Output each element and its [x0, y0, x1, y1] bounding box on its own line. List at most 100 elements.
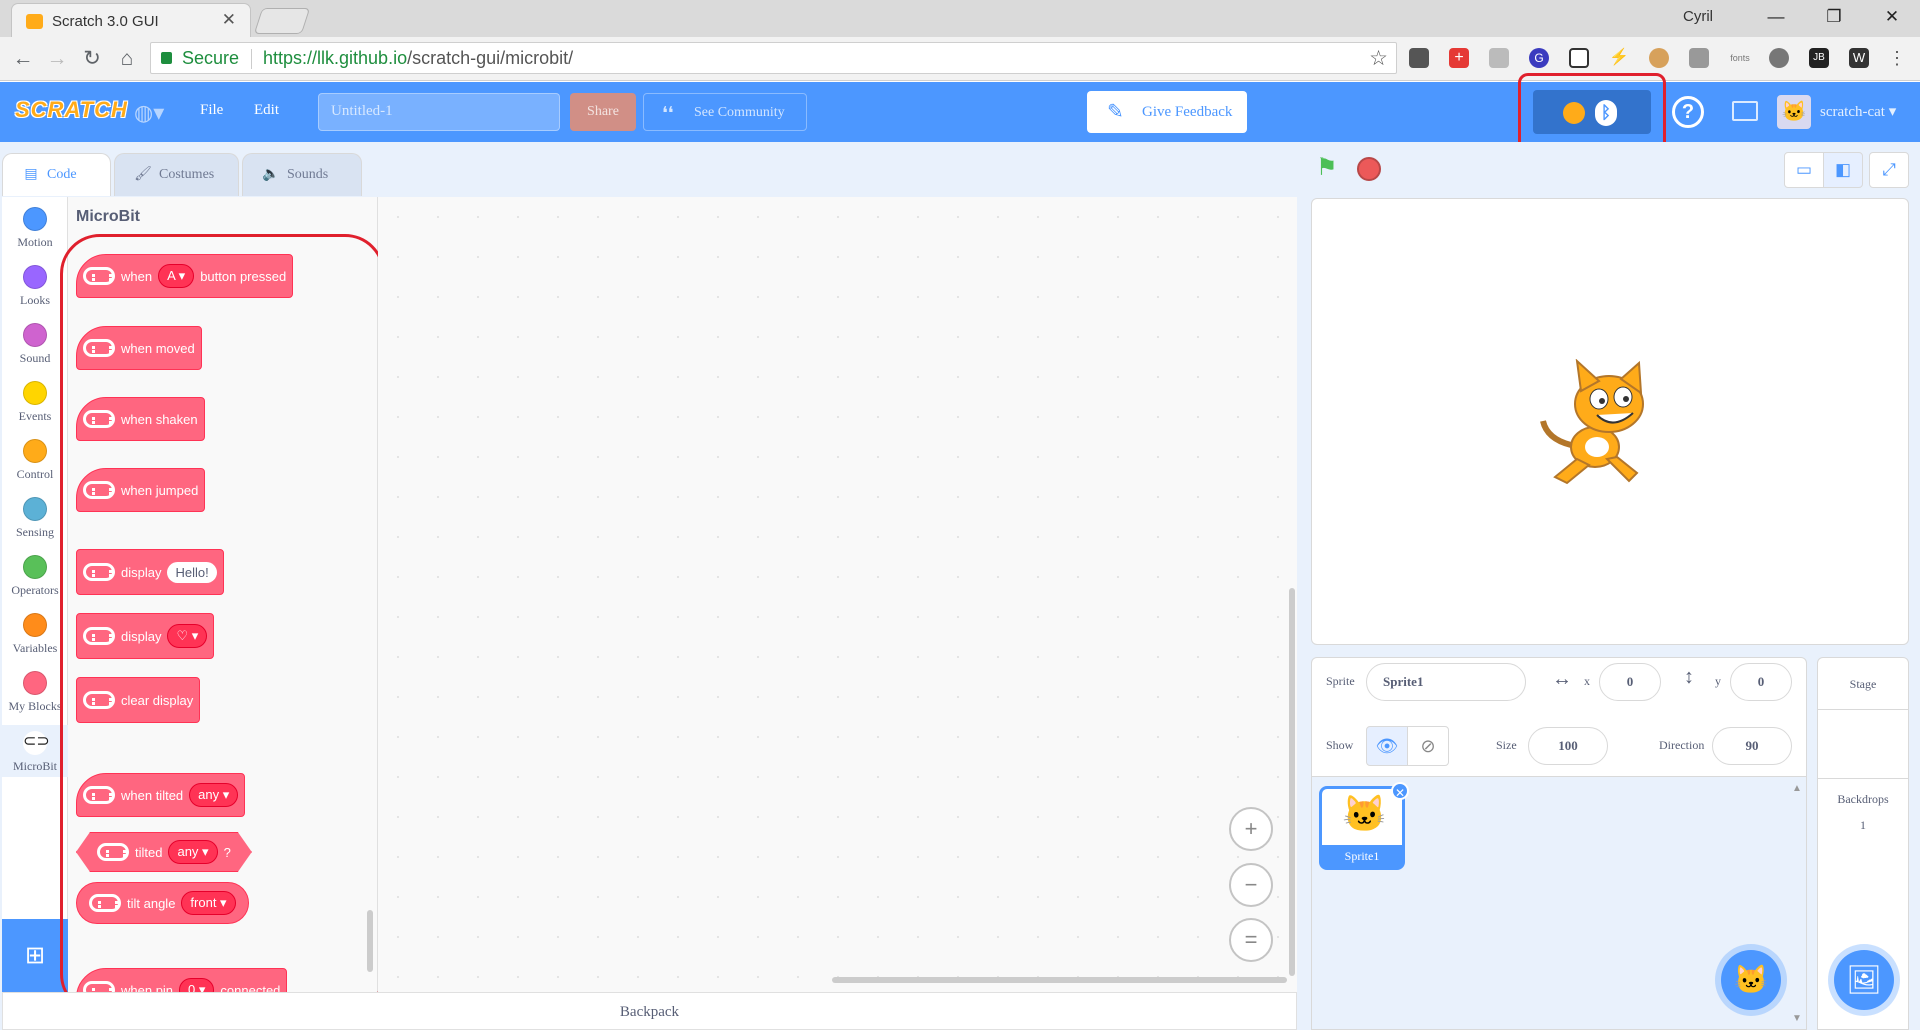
bookmark-star-icon[interactable]: ☆ [1369, 46, 1388, 71]
category-motion[interactable]: Motion [2, 207, 68, 250]
category-label: Events [18, 409, 52, 423]
cookie-icon[interactable] [1649, 48, 1669, 68]
small-stage-icon[interactable]: ▭ [1784, 152, 1824, 188]
tab-sounds[interactable]: 🔈 Sounds [242, 153, 362, 196]
delete-sprite-icon[interactable]: ✕ [1391, 782, 1409, 800]
tab-close-icon[interactable]: ✕ [222, 10, 236, 30]
category-control[interactable]: Control [2, 439, 68, 482]
zoom-reset-button[interactable]: = [1229, 918, 1273, 962]
backdrops-label: Backdrops [1837, 792, 1889, 806]
my-blocks-category-dot [23, 671, 47, 695]
category-label: Variables [12, 641, 58, 655]
scratch-logo[interactable]: SCRATCH [15, 97, 128, 123]
category-microbit[interactable]: ⊂⊃ MicroBit [2, 725, 68, 777]
new-tab-button[interactable] [253, 8, 311, 34]
project-title-input[interactable]: Untitled-1 [318, 93, 560, 131]
category-sound[interactable]: Sound [2, 323, 68, 366]
category-sensing[interactable]: Sensing [2, 497, 68, 540]
add-backdrop-button[interactable]: 🖼 [1834, 950, 1894, 1010]
direction-input[interactable]: 90 [1712, 727, 1792, 765]
y-position-input[interactable]: 0 [1730, 663, 1792, 701]
browser-profile-name[interactable]: Cyril [1683, 8, 1713, 25]
motion-category-dot [23, 207, 47, 231]
w-extension-icon[interactable]: W [1849, 48, 1869, 68]
show-visible-eye-icon[interactable]: 👁 [1366, 726, 1408, 766]
sprite-list-scroll-up-icon[interactable]: ▲ [1792, 783, 1802, 794]
grammarly-icon[interactable]: G [1529, 48, 1549, 68]
sprite-tile[interactable]: 🐱 ✕ Sprite1 [1319, 782, 1409, 870]
plus-icon[interactable]: + [1449, 48, 1469, 68]
code-workspace[interactable] [378, 197, 1297, 992]
x-label: x [1584, 674, 1590, 688]
speaker-icon: 🔈 [262, 167, 280, 182]
zoom-in-button[interactable]: + [1229, 807, 1273, 851]
green-flag-icon[interactable]: ⚑ [1316, 156, 1342, 180]
user-avatar[interactable]: 🐱 [1777, 95, 1811, 129]
size-input[interactable]: 100 [1528, 727, 1608, 765]
home-icon[interactable]: ⌂ [115, 47, 139, 71]
window-close-icon[interactable]: ✕ [1863, 0, 1920, 34]
url-text[interactable]: https://llk.github.io/scratch-gui/microb… [263, 48, 573, 69]
category-label: Sound [19, 351, 51, 365]
fullscreen-icon[interactable]: ⤢ [1869, 152, 1909, 188]
pencil-icon: ✎ [1107, 101, 1124, 123]
tab-code[interactable]: ▤ Code [2, 153, 111, 196]
back-icon[interactable]: ← [11, 47, 35, 71]
sprite-name-input[interactable]: Sprite1 [1366, 663, 1526, 701]
workspace-vertical-scrollbar[interactable] [1289, 588, 1295, 976]
add-backdrop-button-wrapper: 🖼 [1834, 950, 1896, 1012]
stage-thumbnail [1818, 711, 1908, 779]
tab-costumes-label: Costumes [159, 167, 215, 182]
show-hidden-eye-icon[interactable]: ⊘ [1407, 726, 1449, 766]
history-icon[interactable] [1769, 48, 1789, 68]
workspace-horizontal-scrollbar[interactable] [832, 977, 1287, 983]
browser-tab[interactable]: Scratch 3.0 GUI ✕ [11, 3, 251, 37]
category-label: MicroBit [13, 759, 57, 773]
stop-icon[interactable] [1357, 157, 1381, 181]
direction-label: Direction [1659, 738, 1705, 752]
language-globe-icon[interactable]: ◍▾ [134, 100, 164, 126]
tab-code-label: Code [47, 167, 77, 182]
jb-icon[interactable]: JB [1809, 48, 1829, 68]
bolt-icon[interactable]: ⚡ [1609, 48, 1629, 68]
fonts-extension-icon[interactable]: fonts [1727, 48, 1753, 68]
puzzle-icon[interactable] [1489, 48, 1509, 68]
category-my-blocks[interactable]: My Blocks [2, 671, 68, 714]
sprite-name-label: Sprite [1326, 674, 1355, 688]
share-button[interactable]: Share [570, 93, 636, 131]
x-position-input[interactable]: 0 [1599, 663, 1661, 701]
stage-canvas[interactable] [1311, 198, 1909, 645]
add-sprite-button[interactable]: 🐱 [1721, 950, 1781, 1010]
backpack-bar[interactable]: Backpack [2, 992, 1297, 1030]
reload-icon[interactable]: ↻ [80, 47, 104, 71]
file-menu[interactable]: File [200, 102, 223, 119]
browser-menu-icon[interactable]: ⋮ [1887, 48, 1907, 68]
url-host: https://llk.github.io [263, 48, 408, 68]
category-operators[interactable]: Operators [2, 555, 68, 598]
my-stuff-folder-icon[interactable] [1732, 101, 1758, 121]
category-looks[interactable]: Looks [2, 265, 68, 308]
sprite-list-scroll-down-icon[interactable]: ▼ [1792, 1013, 1802, 1024]
minimize-icon[interactable]: — [1747, 0, 1805, 34]
large-stage-icon[interactable]: ◧ [1823, 152, 1863, 188]
help-icon[interactable]: ? [1672, 96, 1704, 128]
refresh-icon[interactable] [1689, 48, 1709, 68]
restore-icon[interactable]: ❐ [1805, 0, 1863, 34]
horizontal-arrows-icon: ↔ [1552, 668, 1572, 690]
address-bar[interactable]: Secure https://llk.github.io/scratch-gui… [150, 42, 1397, 74]
zoom-out-button[interactable]: − [1229, 863, 1273, 907]
give-feedback-button[interactable]: ✎ Give Feedback [1087, 91, 1247, 133]
forward-icon[interactable]: → [45, 47, 69, 71]
screenshot-icon[interactable] [1569, 48, 1589, 68]
category-label: Looks [20, 293, 50, 307]
username-menu[interactable]: scratch-cat ▾ [1820, 102, 1896, 121]
add-extension-button[interactable]: ⊞ [2, 919, 68, 992]
tab-costumes[interactable]: 🖌 Costumes [114, 153, 239, 196]
see-community-button[interactable]: ❛❛ See Community [643, 93, 807, 131]
category-events[interactable]: Events [2, 381, 68, 424]
evernote-icon[interactable] [1409, 48, 1429, 68]
sprite-info-panel: Sprite Sprite1 ↔ x 0 ↕ y 0 Show 👁 ⊘ Size… [1311, 657, 1807, 777]
category-variables[interactable]: Variables [2, 613, 68, 656]
edit-menu[interactable]: Edit [254, 102, 279, 119]
omnibox-divider [251, 49, 252, 69]
